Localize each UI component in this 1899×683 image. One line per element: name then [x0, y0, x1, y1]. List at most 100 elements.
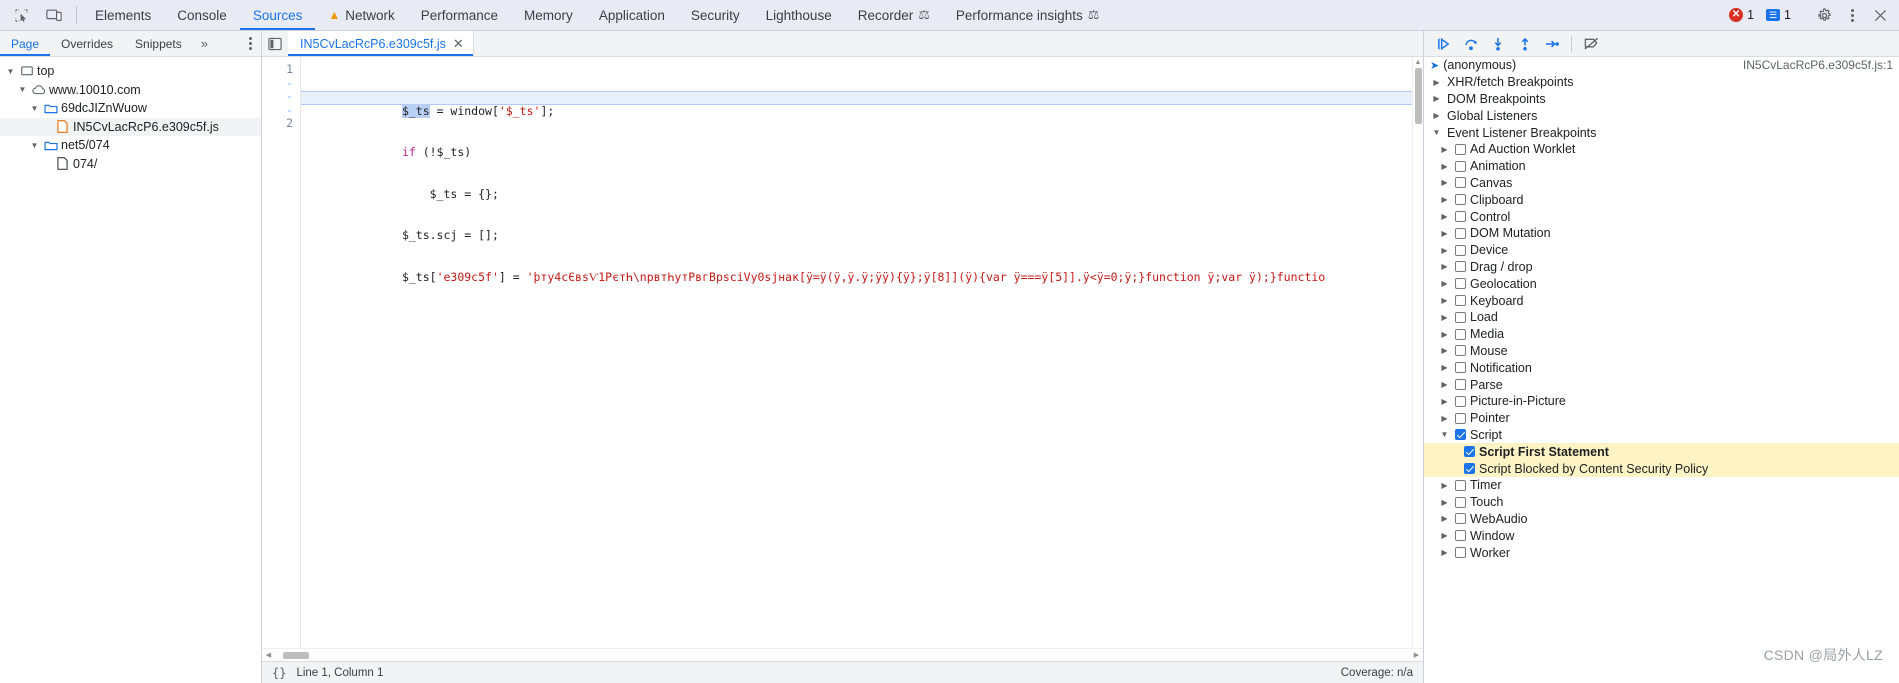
event-category-checkbox[interactable]	[1455, 429, 1466, 441]
inspect-element-icon[interactable]	[8, 3, 34, 27]
chevron-right-icon[interactable]: ▶	[1438, 279, 1451, 288]
chevron-right-icon[interactable]: ▶	[1438, 514, 1451, 523]
scrollbar-thumb[interactable]	[283, 651, 309, 659]
event-category-checkbox[interactable]	[1455, 244, 1466, 256]
device-toolbar-icon[interactable]	[41, 3, 67, 27]
event-category-geolocation[interactable]: ▶ Geolocation	[1424, 275, 1899, 292]
event-category-window[interactable]: ▶ Window	[1424, 527, 1899, 544]
scrollbar-track[interactable]	[275, 649, 1410, 662]
chevron-right-icon[interactable]: ▶	[1438, 397, 1451, 406]
deactivate-breakpoints-icon[interactable]	[1579, 33, 1603, 55]
tab-memory[interactable]: Memory	[511, 0, 586, 30]
chevron-right-icon[interactable]: ▶	[1438, 313, 1451, 322]
code-content[interactable]: $_ts = window['$_ts']; if (!$_ts) $_ts =…	[300, 57, 1412, 648]
navigator-tab-snippets[interactable]: Snippets	[124, 31, 193, 56]
event-category-load[interactable]: ▶ Load	[1424, 309, 1899, 326]
event-breakpoint-script-first-statement[interactable]: Script First Statement	[1424, 443, 1899, 461]
code-line[interactable]: $_ts['e309c5f'] = 'þту4сЄвѕѴ1РєтҺ\nрвтҺу…	[301, 257, 1412, 284]
event-category-timer[interactable]: ▶ Timer	[1424, 477, 1899, 494]
gear-icon[interactable]	[1811, 3, 1837, 27]
event-breakpoint-checkbox[interactable]	[1464, 446, 1475, 458]
event-category-canvas[interactable]: ▶ Canvas	[1424, 175, 1899, 192]
error-counter[interactable]: ✕ 1	[1724, 8, 1759, 22]
event-category-script[interactable]: ▼ Script	[1424, 427, 1899, 444]
event-category-checkbox[interactable]	[1455, 513, 1466, 525]
event-category-dom-mutation[interactable]: ▶ DOM Mutation	[1424, 225, 1899, 242]
event-category-control[interactable]: ▶ Control	[1424, 208, 1899, 225]
event-category-checkbox[interactable]	[1455, 362, 1466, 374]
event-category-keyboard[interactable]: ▶ Keyboard	[1424, 292, 1899, 309]
event-category-checkbox[interactable]	[1455, 479, 1466, 491]
event-category-checkbox[interactable]	[1455, 160, 1466, 172]
code-line[interactable]: $_ts = {};	[301, 174, 1412, 201]
chevron-right-icon[interactable]: ▶	[1438, 380, 1451, 389]
tab-console[interactable]: Console	[164, 0, 240, 30]
chevron-right-icon[interactable]: ▶	[1430, 78, 1443, 87]
code-line[interactable]: if (!$_ts)	[301, 133, 1412, 159]
event-breakpoint-checkbox[interactable]	[1464, 463, 1475, 475]
chevron-right-icon[interactable]: ▶	[1438, 162, 1451, 171]
event-category-pointer[interactable]: ▶ Pointer	[1424, 410, 1899, 427]
step-into-icon[interactable]	[1486, 33, 1510, 55]
event-category-checkbox[interactable]	[1455, 211, 1466, 223]
tab-recorder[interactable]: Recorder ⚖	[845, 0, 943, 30]
pretty-print-icon[interactable]: {}	[272, 666, 286, 680]
event-category-ad-auction-worklet[interactable]: ▶ Ad Auction Worklet	[1424, 141, 1899, 158]
editor-tab-js-file[interactable]: IN5CvLacRcP6.e309c5f.js ✕	[288, 31, 474, 56]
navigator-tab-page[interactable]: Page	[0, 31, 51, 56]
close-icon[interactable]: ✕	[453, 37, 464, 50]
chevron-right-icon[interactable]: ▶	[1438, 414, 1451, 423]
event-category-checkbox[interactable]	[1455, 328, 1466, 340]
tree-item-folder-69dcjiznwuow[interactable]: ▼ 69dcJIZnWuow	[0, 99, 261, 118]
resume-script-icon[interactable]	[1432, 33, 1456, 55]
chevron-right-icon[interactable]: ▶	[1438, 363, 1451, 372]
chevron-right-icon[interactable]: ▶	[1438, 145, 1451, 154]
scroll-right-icon[interactable]: ▶	[1410, 651, 1423, 659]
code-line[interactable]: $_ts.scj = [];	[301, 216, 1412, 242]
editor-horizontal-scrollbar[interactable]: ◀ ▶	[262, 648, 1423, 661]
event-category-checkbox[interactable]	[1455, 278, 1466, 290]
navigator-menu-icon[interactable]	[240, 31, 261, 56]
event-category-media[interactable]: ▶ Media	[1424, 326, 1899, 343]
event-category-checkbox[interactable]	[1455, 295, 1466, 307]
event-category-notification[interactable]: ▶ Notification	[1424, 359, 1899, 376]
step-over-icon[interactable]	[1459, 33, 1483, 55]
chevron-right-icon[interactable]: ▶	[1438, 262, 1451, 271]
tab-lighthouse[interactable]: Lighthouse	[753, 0, 845, 30]
chevron-down-icon[interactable]: ▼	[29, 141, 40, 150]
call-frame-row[interactable]: ➤ (anonymous) IN5CvLacRcP6.e309c5f.js:1	[1424, 57, 1899, 74]
chevron-right-icon[interactable]: ▶	[1438, 531, 1451, 540]
event-category-checkbox[interactable]	[1455, 379, 1466, 391]
chevron-right-icon[interactable]: ▶	[1438, 346, 1451, 355]
tree-item-file-074[interactable]: ▶ 074/	[0, 155, 261, 174]
editor-vertical-scrollbar[interactable]: ▲	[1412, 57, 1423, 648]
step-icon[interactable]	[1540, 33, 1564, 55]
event-category-checkbox[interactable]	[1455, 311, 1466, 323]
event-category-picture-in-picture[interactable]: ▶ Picture-in-Picture	[1424, 393, 1899, 410]
chevron-right-icon[interactable]: ▶	[1438, 246, 1451, 255]
tab-performance-insights[interactable]: Performance insights ⚖	[943, 0, 1112, 30]
chevron-down-icon[interactable]: ▼	[1430, 128, 1443, 137]
chevron-right-icon[interactable]: ▶	[1438, 481, 1451, 490]
section-dom-breakpoints[interactable]: ▶ DOM Breakpoints	[1424, 91, 1899, 108]
tab-sources[interactable]: Sources	[239, 0, 316, 30]
close-icon[interactable]	[1867, 3, 1893, 27]
tree-item-domain[interactable]: ▼ www.10010.com	[0, 81, 261, 100]
tree-item-js-file[interactable]: ▶ IN5CvLacRcP6.e309c5f.js	[0, 117, 261, 136]
chevron-right-icon[interactable]: ▶	[1430, 111, 1443, 120]
navigator-tab-overrides[interactable]: Overrides	[50, 31, 124, 56]
section-global-listeners[interactable]: ▶ Global Listeners	[1424, 107, 1899, 124]
event-category-checkbox[interactable]	[1455, 177, 1466, 189]
scroll-left-icon[interactable]: ◀	[262, 651, 275, 659]
message-counter[interactable]: ☰ 1	[1761, 8, 1796, 22]
event-category-checkbox[interactable]	[1455, 194, 1466, 206]
tab-performance[interactable]: Performance	[408, 0, 511, 30]
event-category-checkbox[interactable]	[1455, 261, 1466, 273]
section-event-listener-breakpoints[interactable]: ▼ Event Listener Breakpoints	[1424, 124, 1899, 141]
scroll-up-icon[interactable]: ▲	[1415, 59, 1422, 66]
tab-application[interactable]: Application	[586, 0, 678, 30]
tab-network[interactable]: ▲ Network	[315, 0, 407, 30]
event-category-checkbox[interactable]	[1455, 530, 1466, 542]
event-category-checkbox[interactable]	[1455, 345, 1466, 357]
code-editor[interactable]: 1 - - - 2 $_ts = window['$_ts']; if (!$_…	[262, 57, 1423, 648]
